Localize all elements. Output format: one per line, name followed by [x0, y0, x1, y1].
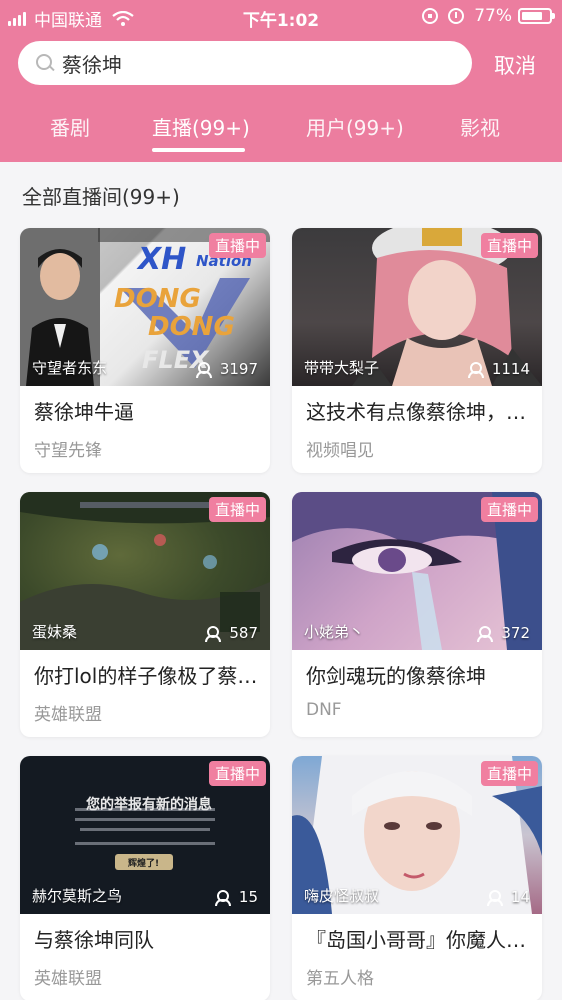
alarm-icon	[448, 8, 465, 24]
room-title: 与蔡徐坤同队	[34, 928, 154, 952]
viewer-count: 3197	[195, 360, 258, 378]
room-category: 视频唱见	[306, 441, 374, 461]
streamer-name: 赫尔莫斯之鸟	[32, 887, 123, 905]
thumb-text-xh: XH	[138, 242, 187, 277]
live-badge: 直播中	[208, 761, 266, 786]
streamer-name: 嗨皮怪叔叔	[304, 887, 380, 905]
room-title: 蔡徐坤牛逼	[34, 400, 134, 424]
room-title: 你打lol的样子像极了蔡…	[34, 664, 258, 688]
streamer-name: 守望者东东	[32, 359, 108, 377]
thumb-dialog-button: 辉煌了!	[128, 859, 160, 869]
tab-bar: 番剧 直播(99+) 用户(99+) 影视	[0, 112, 562, 162]
viewers-icon	[486, 890, 505, 906]
search-input[interactable]: 蔡徐坤	[18, 41, 472, 85]
viewer-count-value: 587	[229, 624, 258, 642]
live-badge: 直播中	[480, 233, 538, 258]
header-bar: 中国联通 下午1:02 77% 蔡徐坤 取消 番剧 直播(99+) 用户(99+…	[0, 0, 562, 162]
viewer-count-value: 1114	[491, 360, 530, 378]
tab-live[interactable]: 直播(99+)	[152, 112, 250, 141]
live-room-card[interactable]: 直播中 带带大梨子 1114 这技术有点像蔡徐坤，… 视频唱见	[292, 228, 542, 473]
viewers-icon	[467, 362, 486, 378]
cancel-button[interactable]: 取消	[494, 50, 536, 80]
thumb-dialog-title: 您的举报有新的消息	[86, 797, 212, 813]
viewer-count: 1114	[467, 360, 530, 378]
live-badge: 直播中	[480, 761, 538, 786]
viewer-count: 372	[477, 624, 530, 642]
live-room-card[interactable]: 直播中 嗨皮怪叔叔 14 『岛国小哥哥』你魔人… 第五人格	[292, 756, 542, 1000]
battery-icon	[518, 8, 555, 24]
stream-thumbnail: XH Nation DONG DONG FLEX 直播中 守望者东东 3197	[20, 228, 270, 386]
viewers-icon	[477, 626, 495, 642]
status-bar: 中国联通 下午1:02 77%	[0, 0, 562, 32]
live-badge: 直播中	[208, 233, 266, 258]
stream-thumbnail: 您的举报有新的消息 辉煌了! 直播中 赫尔莫斯之鸟 15	[20, 756, 270, 914]
viewer-count: 587	[205, 624, 258, 642]
live-room-card[interactable]: XH Nation DONG DONG FLEX 直播中 守望者东东 3197 …	[20, 228, 270, 473]
streamer-name: 蛋妹桑	[32, 623, 78, 641]
search-query: 蔡徐坤	[62, 52, 122, 77]
tab-users[interactable]: 用户(99+)	[306, 112, 404, 141]
live-room-card[interactable]: 直播中 蛋妹桑 587 你打lol的样子像极了蔡… 英雄联盟	[20, 492, 270, 737]
tab-movies[interactable]: 影视	[460, 112, 500, 141]
thumb-text-dong-1: DONG	[114, 284, 201, 314]
live-room-card[interactable]: 直播中 小姥弟丶 372 你剑魂玩的像蔡徐坤 DNF	[292, 492, 542, 737]
viewers-icon	[195, 362, 214, 378]
stream-thumbnail: 直播中 带带大梨子 1114	[292, 228, 542, 386]
stream-thumbnail: 直播中 小姥弟丶 372	[292, 492, 542, 650]
room-title: 『岛国小哥哥』你魔人…	[306, 928, 526, 952]
room-category: DNF	[306, 700, 342, 720]
room-category: 英雄联盟	[34, 969, 102, 989]
live-room-card[interactable]: 您的举报有新的消息 辉煌了! 直播中 赫尔莫斯之鸟 15 与蔡徐坤同队 英雄联盟	[20, 756, 270, 1000]
streamer-name: 小姥弟丶	[304, 623, 365, 641]
room-category: 守望先锋	[34, 441, 102, 461]
thumb-text-dong-2: DONG	[148, 312, 235, 342]
room-category: 第五人格	[306, 969, 374, 989]
room-title: 你剑魂玩的像蔡徐坤	[306, 664, 486, 688]
viewer-count-value: 15	[238, 888, 258, 906]
stream-thumbnail: 直播中 嗨皮怪叔叔 14	[292, 756, 542, 914]
live-badge: 直播中	[208, 497, 266, 522]
battery-percent: 77%	[474, 6, 512, 26]
viewer-count: 14	[486, 888, 530, 906]
viewer-count: 15	[214, 888, 258, 906]
viewers-icon	[214, 890, 233, 906]
section-title: 全部直播间(99+)	[22, 185, 180, 209]
search-icon	[36, 54, 54, 72]
streamer-name: 带带大梨子	[304, 359, 380, 377]
room-title: 这技术有点像蔡徐坤，…	[306, 400, 526, 424]
rotation-lock-icon	[422, 8, 439, 24]
viewer-count-value: 3197	[219, 360, 258, 378]
active-tab-indicator	[152, 148, 245, 152]
room-category: 英雄联盟	[34, 705, 102, 725]
viewer-count-value: 372	[501, 624, 530, 642]
live-badge: 直播中	[480, 497, 538, 522]
viewer-count-value: 14	[510, 888, 530, 906]
viewers-icon	[205, 626, 223, 642]
tab-anime[interactable]: 番剧	[50, 112, 90, 141]
stream-thumbnail: 直播中 蛋妹桑 587	[20, 492, 270, 650]
